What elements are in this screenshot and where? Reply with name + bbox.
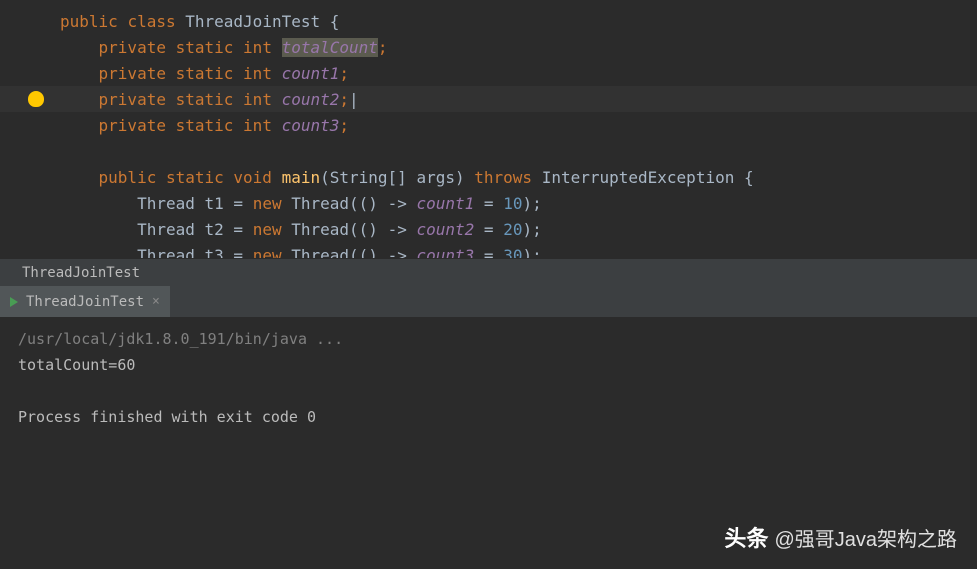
code-line[interactable]: private static int totalCount; [0, 34, 977, 60]
watermark-text: @强哥Java架构之路 [774, 523, 957, 552]
line-content: private static int count2;| [52, 90, 359, 109]
line-content: Thread t3 = new Thread(() -> count3 = 30… [52, 246, 542, 259]
breadcrumb[interactable]: ThreadJoinTest [0, 258, 977, 286]
code-editor[interactable]: public class ThreadJoinTest { private st… [0, 0, 977, 258]
code-line[interactable]: private static int count1; [0, 60, 977, 86]
run-tab[interactable]: ThreadJoinTest × [0, 286, 170, 317]
line-content: public static void main(String[] args) t… [52, 168, 754, 187]
watermark: 头条 @强哥Java架构之路 [724, 521, 957, 553]
code-line[interactable]: Thread t1 = new Thread(() -> count1 = 10… [0, 190, 977, 216]
gutter [20, 91, 52, 107]
lightbulb-icon[interactable] [28, 91, 44, 107]
breadcrumb-item[interactable]: ThreadJoinTest [22, 265, 140, 281]
console-command: /usr/local/jdk1.8.0_191/bin/java ... [18, 326, 959, 352]
line-content: Thread t2 = new Thread(() -> count2 = 20… [52, 220, 542, 239]
code-line[interactable]: public class ThreadJoinTest { [0, 8, 977, 34]
line-content: private static int totalCount; [52, 38, 388, 57]
play-icon [10, 297, 18, 307]
code-line[interactable] [0, 138, 977, 164]
highlighted-field: totalCount [282, 38, 378, 57]
run-panel: ThreadJoinTest × /usr/local/jdk1.8.0_191… [0, 286, 977, 438]
line-content: private static int count3; [52, 116, 349, 135]
line-content: Thread t1 = new Thread(() -> count1 = 10… [52, 194, 542, 213]
code-line[interactable]: public static void main(String[] args) t… [0, 164, 977, 190]
line-content: private static int count1; [52, 64, 349, 83]
console-line: Process finished with exit code 0 [18, 404, 959, 430]
close-icon[interactable]: × [152, 294, 160, 309]
watermark-logo: 头条 [724, 521, 768, 553]
code-line[interactable]: private static int count3; [0, 112, 977, 138]
run-tab-bar: ThreadJoinTest × [0, 286, 977, 318]
run-tab-label: ThreadJoinTest [26, 294, 144, 310]
console-line: totalCount=60 [18, 352, 959, 378]
code-line[interactable]: Thread t2 = new Thread(() -> count2 = 20… [0, 216, 977, 242]
line-content: public class ThreadJoinTest { [52, 12, 339, 31]
code-line[interactable]: Thread t3 = new Thread(() -> count3 = 30… [0, 242, 977, 258]
code-line-active[interactable]: private static int count2;| [0, 86, 977, 112]
console-output[interactable]: /usr/local/jdk1.8.0_191/bin/java ... tot… [0, 318, 977, 438]
console-line [18, 378, 959, 404]
text-cursor: | [349, 90, 359, 109]
